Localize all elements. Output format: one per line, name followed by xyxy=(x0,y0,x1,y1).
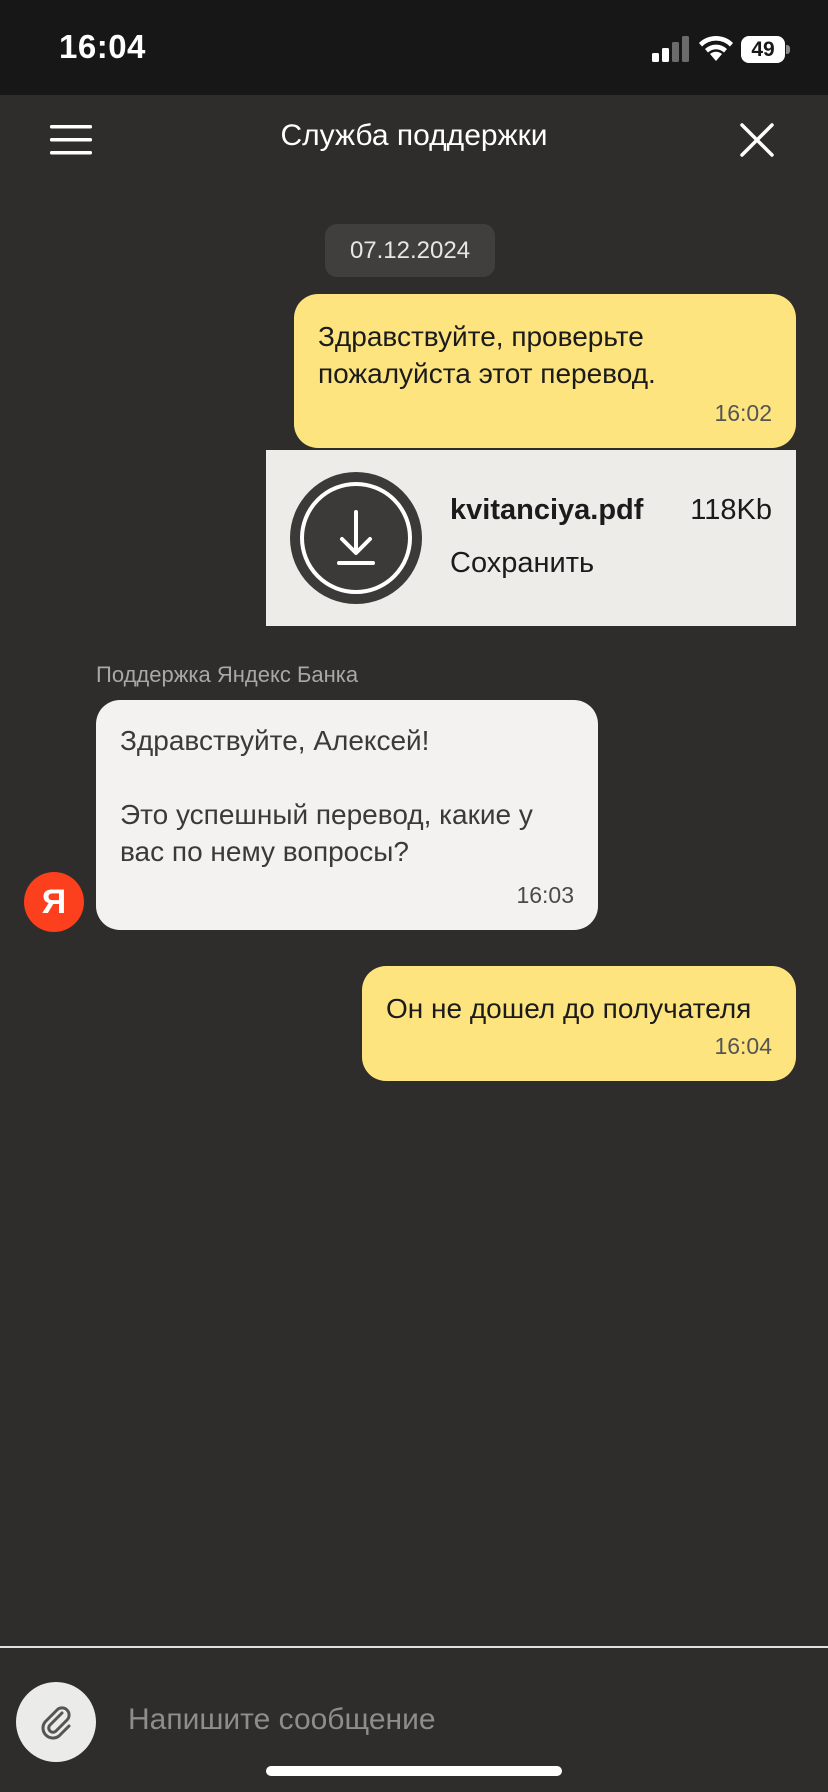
outgoing-message: Здравствуйте, проверьте пожалуйста этот … xyxy=(294,294,796,448)
save-file-link[interactable]: Сохранить xyxy=(450,547,594,580)
home-indicator xyxy=(266,1766,562,1776)
battery-tip xyxy=(786,45,790,54)
download-icon[interactable] xyxy=(290,472,422,604)
message-time: 16:02 xyxy=(714,400,772,426)
message-time: 16:03 xyxy=(516,882,574,908)
message-text: Он не дошел до получателя xyxy=(386,993,752,1024)
message-time: 16:04 xyxy=(714,1033,772,1059)
close-icon[interactable] xyxy=(740,123,774,157)
message-text: Здравствуйте, Алексей! Это успешный пере… xyxy=(120,725,533,867)
message-text: Здравствуйте, проверьте пожалуйста этот … xyxy=(318,321,656,389)
avatar: Я xyxy=(24,872,84,932)
incoming-message: Здравствуйте, Алексей! Это успешный пере… xyxy=(96,700,598,930)
battery-level: 49 xyxy=(751,38,775,61)
chat-header: Служба поддержки xyxy=(0,95,828,185)
status-bar: 16:04 49 xyxy=(0,0,828,95)
date-separator: 07.12.2024 xyxy=(325,224,495,277)
status-time: 16:04 xyxy=(59,28,146,65)
sender-name: Поддержка Яндекс Банка xyxy=(96,662,359,687)
paperclip-icon xyxy=(41,1706,71,1740)
file-size: 118Kb xyxy=(690,494,772,526)
message-input[interactable] xyxy=(128,1692,788,1748)
wifi-icon xyxy=(699,35,733,61)
page-title: Служба поддержки xyxy=(280,119,548,152)
signal-icon xyxy=(652,36,689,62)
attach-button[interactable] xyxy=(16,1682,96,1762)
file-name: kvitanciya.pdf xyxy=(450,494,644,526)
file-attachment[interactable]: kvitanciya.pdf 118Kb Сохранить xyxy=(266,450,796,626)
battery-icon: 49 xyxy=(741,36,790,63)
outgoing-message: Он не дошел до получателя 16:04 xyxy=(362,966,796,1081)
